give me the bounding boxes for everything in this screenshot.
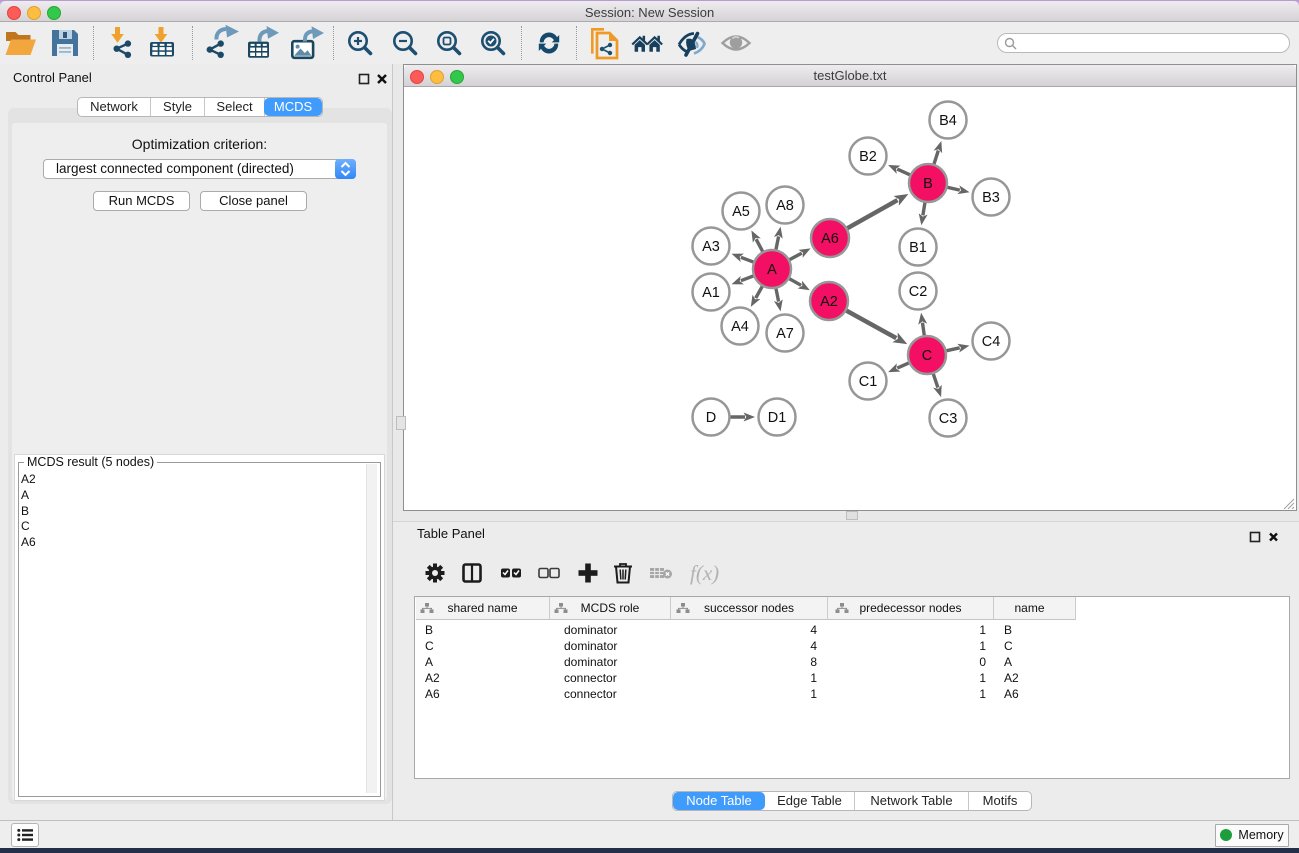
svg-text:f(x): f(x) [690, 561, 719, 585]
svg-text:A8: A8 [776, 198, 794, 214]
svg-text:B4: B4 [939, 113, 957, 129]
svg-text:C3: C3 [939, 411, 958, 427]
svg-text:A5: A5 [732, 204, 750, 220]
svg-text:B: B [923, 176, 933, 192]
svg-text:A: A [767, 262, 777, 278]
svg-text:B3: B3 [982, 190, 1000, 206]
svg-text:A7: A7 [776, 326, 794, 342]
svg-text:D: D [706, 410, 716, 426]
svg-text:A3: A3 [702, 239, 720, 255]
svg-text:A4: A4 [731, 319, 749, 335]
svg-text:C1: C1 [859, 374, 878, 390]
svg-text:A6: A6 [821, 231, 839, 247]
svg-text:B1: B1 [909, 240, 927, 256]
svg-text:C4: C4 [982, 334, 1001, 350]
svg-text:A2: A2 [820, 294, 838, 310]
svg-text:C: C [922, 348, 932, 364]
svg-text:C2: C2 [909, 284, 928, 300]
svg-text:A1: A1 [702, 285, 720, 301]
svg-text:B2: B2 [859, 149, 877, 165]
svg-text:D1: D1 [768, 410, 787, 426]
